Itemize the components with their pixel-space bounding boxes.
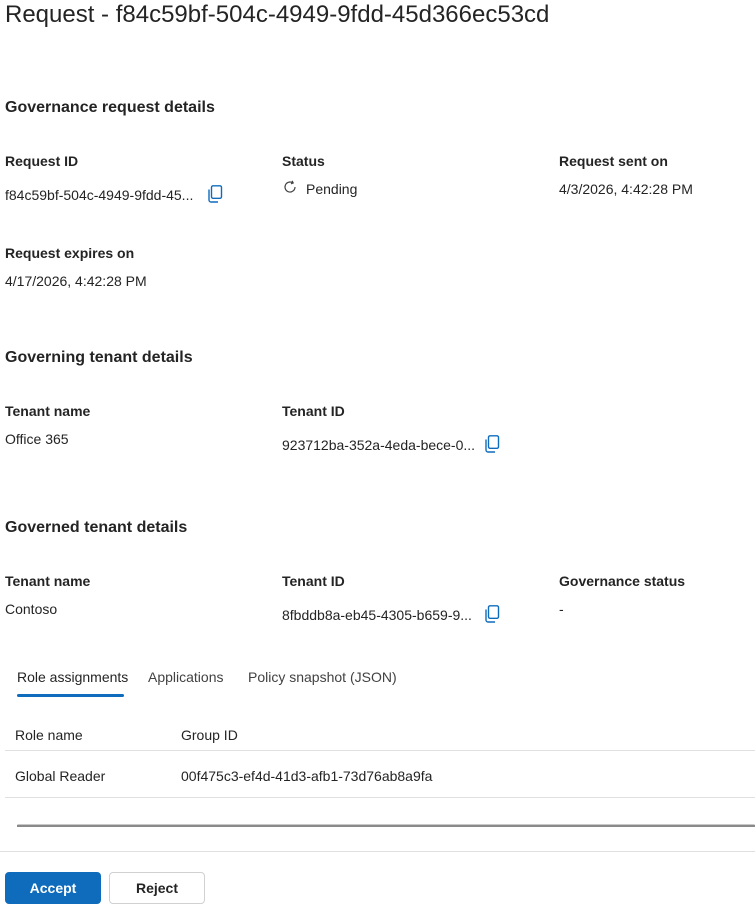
copy-icon[interactable] xyxy=(207,185,223,203)
tab-policy-snapshot[interactable]: Policy snapshot (JSON) xyxy=(248,664,397,690)
governed-tenant-id-value: 8fbddb8a-eb45-4305-b659-9... xyxy=(282,607,472,623)
governance-status-label: Governance status xyxy=(559,573,686,589)
column-header-role-name[interactable]: Role name xyxy=(15,726,83,744)
request-expires-value: 4/17/2026, 4:42:28 PM xyxy=(5,273,147,289)
horizontal-scrollbar-thumb[interactable] xyxy=(17,825,755,827)
tab-role-assignments[interactable]: Role assignments xyxy=(17,664,128,690)
accept-button[interactable]: Accept xyxy=(5,872,101,904)
governance-request-heading: Governance request details xyxy=(5,99,215,116)
page-title: Request - f84c59bf-504c-4949-9fdd-45d366… xyxy=(5,1,550,28)
governing-tenant-id-label: Tenant ID xyxy=(282,403,345,419)
governed-tenant-heading: Governed tenant details xyxy=(5,519,188,536)
column-header-group-id[interactable]: Group ID xyxy=(181,726,238,744)
status-label: Status xyxy=(282,153,325,169)
governance-status-value: - xyxy=(559,601,564,617)
copy-icon[interactable] xyxy=(484,435,500,453)
governed-tenant-name-label: Tenant name xyxy=(5,573,91,589)
reject-button[interactable]: Reject xyxy=(109,872,205,904)
tab-selected-indicator xyxy=(17,694,124,697)
role-name-cell: Global Reader xyxy=(15,768,106,784)
request-sent-label: Request sent on xyxy=(559,153,668,169)
table-row[interactable]: Global Reader 00f475c3-ef4d-41d3-afb1-73… xyxy=(5,751,755,798)
governing-tenant-heading: Governing tenant details xyxy=(5,349,193,366)
request-expires-label: Request expires on xyxy=(5,245,135,261)
copy-icon[interactable] xyxy=(484,605,500,623)
request-sent-value: 4/3/2026, 4:42:28 PM xyxy=(559,181,693,197)
role-table-header: Role name Group ID xyxy=(5,720,755,751)
group-id-cell: 00f475c3-ef4d-41d3-afb1-73d76ab8a9fa xyxy=(181,768,433,784)
request-id-value: f84c59bf-504c-4949-9fdd-45... xyxy=(5,187,194,203)
status-value: Pending xyxy=(306,181,358,197)
governing-tenant-id-value: 923712ba-352a-4eda-bece-0... xyxy=(282,437,476,453)
footer-divider xyxy=(0,851,755,852)
tab-applications[interactable]: Applications xyxy=(148,664,224,690)
governing-tenant-name-label: Tenant name xyxy=(5,403,91,419)
governed-tenant-id-label: Tenant ID xyxy=(282,573,345,589)
request-id-label: Request ID xyxy=(5,153,79,169)
request-details-page: Request - f84c59bf-504c-4949-9fdd-45d366… xyxy=(0,0,755,914)
pending-spinner-icon xyxy=(284,180,296,193)
governing-tenant-name-value: Office 365 xyxy=(5,431,69,447)
governed-tenant-name-value: Contoso xyxy=(5,601,58,617)
